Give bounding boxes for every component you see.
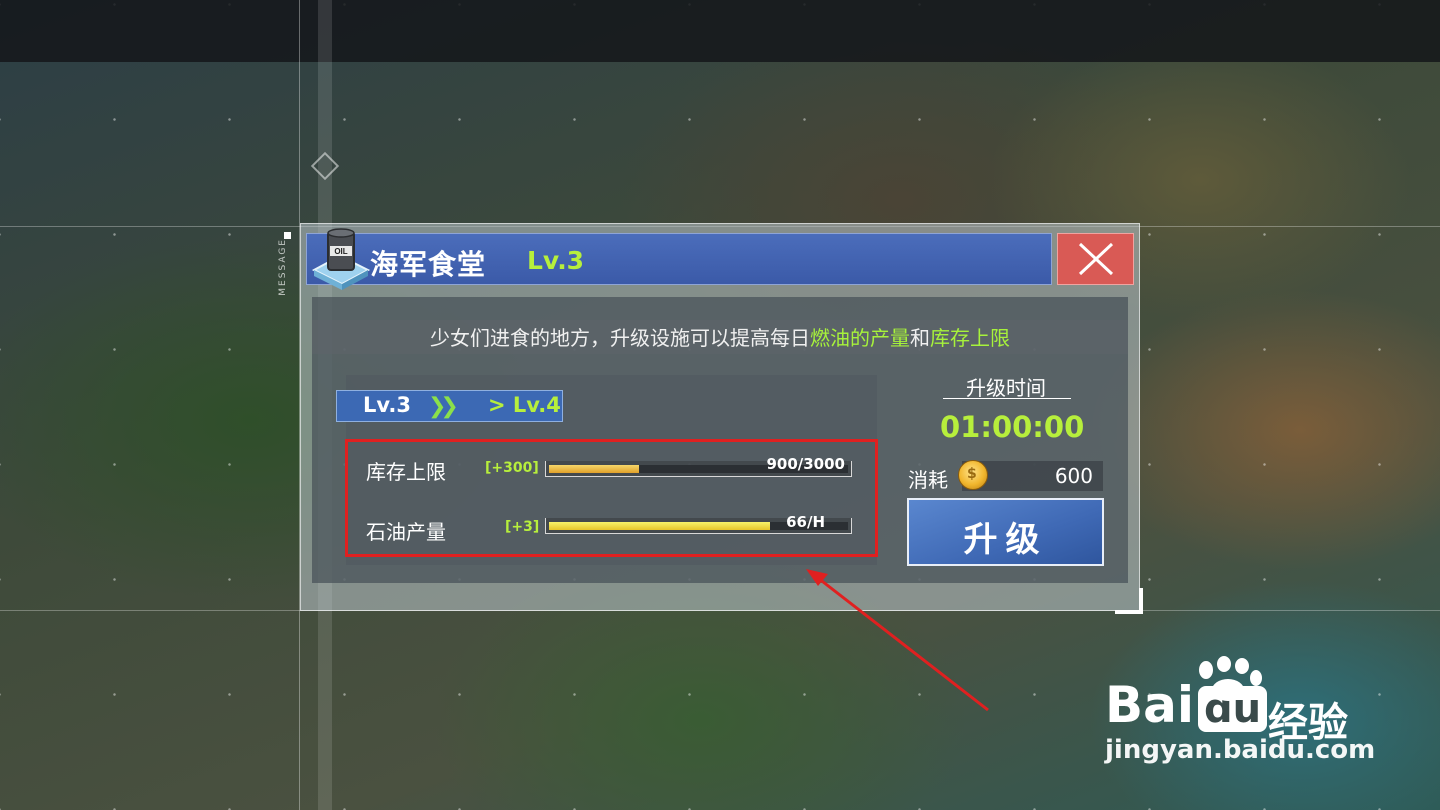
baidu-url: jingyan.baidu.com (1105, 735, 1376, 765)
paw-icon (1199, 656, 1262, 701)
